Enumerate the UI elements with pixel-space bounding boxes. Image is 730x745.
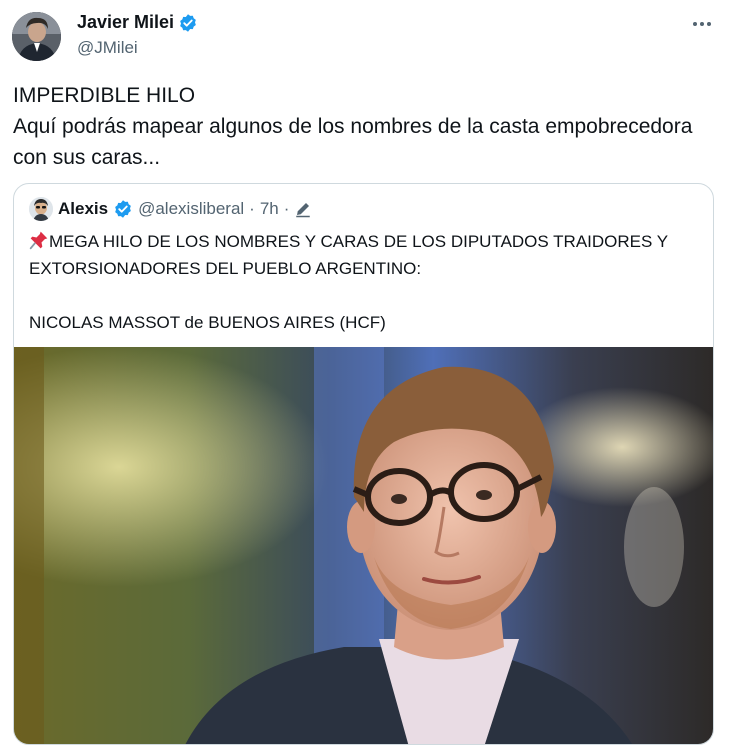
author-avatar[interactable] (12, 12, 61, 61)
verified-badge-icon (113, 199, 133, 219)
quoted-author-avatar[interactable] (29, 197, 53, 221)
meta-separator: · (283, 199, 290, 218)
quoted-tweet-header: Alexis @alexisliberal · 7h · (29, 197, 312, 221)
meta-separator: · (249, 199, 255, 218)
quoted-author-handle[interactable]: @alexisliberal (138, 199, 244, 219)
quoted-media-image[interactable] (14, 347, 713, 744)
tweet-text: IMPERDIBLE HILO Aquí podrás mapear algun… (13, 80, 718, 173)
author-name-row: Javier Milei (77, 12, 198, 33)
quoted-author-name[interactable]: Alexis (58, 199, 108, 219)
quoted-tweet-text: MEGA HILO DE LOS NOMBRES Y CARAS DE LOS … (29, 228, 709, 336)
edit-pencil-icon (294, 200, 312, 218)
quoted-text-line1: MEGA HILO DE LOS NOMBRES Y CARAS DE LOS … (29, 232, 668, 278)
tweet[interactable]: Javier Milei @JMilei IMPERDIBLE HILO Aqu… (0, 0, 730, 745)
tweet-text-line2: Aquí podrás mapear algunos de los nombre… (13, 115, 693, 169)
quoted-text-line2: NICOLAS MASSOT de BUENOS AIRES (HCF) (29, 313, 386, 332)
more-options-icon[interactable] (690, 12, 714, 36)
pushpin-icon (29, 230, 49, 250)
tweet-text-line1: IMPERDIBLE HILO (13, 84, 196, 107)
author-name[interactable]: Javier Milei (77, 12, 174, 33)
quoted-timestamp[interactable]: 7h (260, 199, 279, 219)
verified-badge-icon (178, 13, 198, 33)
author-handle[interactable]: @JMilei (77, 38, 138, 58)
quoted-tweet[interactable]: Alexis @alexisliberal · 7h · MEGA HILO D… (13, 183, 714, 745)
